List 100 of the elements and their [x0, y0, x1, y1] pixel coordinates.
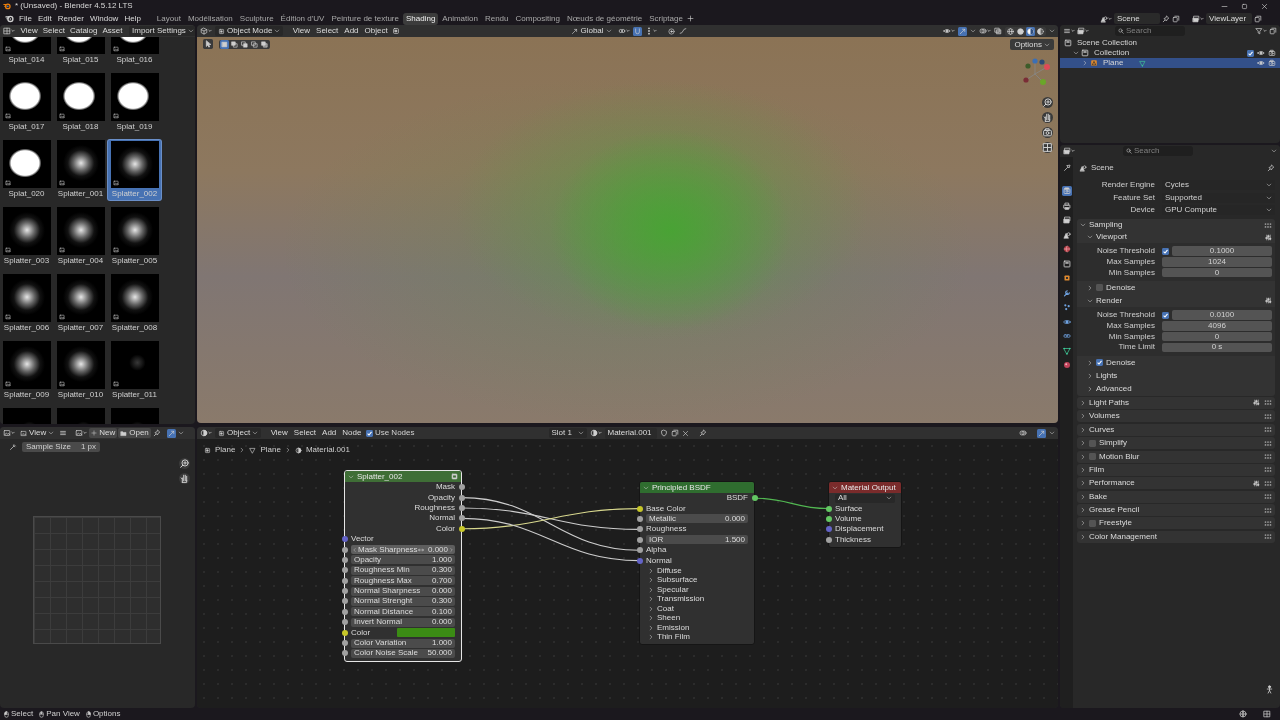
image-icon[interactable]	[3, 429, 15, 437]
panel-header[interactable]: Film	[1077, 463, 1275, 476]
sliders-icon[interactable]	[1265, 297, 1272, 305]
grid-icon[interactable]	[3, 27, 15, 35]
panel-header[interactable]: Denoise	[1077, 281, 1275, 294]
menu-item[interactable]: Node	[340, 429, 363, 437]
overlapping-circles-icon[interactable]	[979, 27, 991, 35]
socket-dot[interactable]	[341, 546, 348, 553]
outliner-row[interactable]: Plane	[1060, 58, 1280, 68]
square-icon[interactable]	[392, 27, 401, 35]
value-field[interactable]: Normal Sharpness 0.000	[351, 586, 455, 596]
socket-dot[interactable]	[636, 557, 643, 564]
panel-header[interactable]: Denoise	[1077, 356, 1275, 369]
sliders-icon[interactable]	[1253, 399, 1260, 407]
squares-icon[interactable]	[250, 39, 259, 49]
workspace-tab[interactable]: Sculpture	[236, 12, 277, 25]
magnet-icon[interactable]	[632, 26, 642, 36]
panel-header[interactable]: Subsurface	[640, 575, 754, 585]
copy-icon[interactable]	[670, 429, 679, 437]
squares-icon[interactable]	[240, 39, 249, 49]
menu-item[interactable]: Object	[363, 27, 390, 35]
socket-dot[interactable]	[458, 484, 465, 491]
socket-dot[interactable]	[636, 526, 643, 533]
workspace-tab[interactable]: Rendu	[481, 12, 512, 25]
sample-size-field[interactable]: Sample Size 1 px	[22, 441, 100, 452]
orientation-dropdown[interactable]: Global	[568, 26, 615, 36]
panel-header[interactable]: Freestyle	[1077, 517, 1275, 530]
squares-icon[interactable]	[260, 39, 269, 49]
box-icon[interactable]	[1061, 258, 1072, 269]
image-icon[interactable]	[75, 429, 88, 437]
socket-dot[interactable]	[458, 494, 465, 501]
texture-tile[interactable]: Splatter_008	[108, 274, 161, 334]
menu-item[interactable]: Select	[292, 429, 318, 437]
drag-handle-icon[interactable]	[1264, 222, 1272, 228]
workspace-tab[interactable]: Nœuds de géométrie	[563, 12, 646, 25]
maximize-icon[interactable]	[1241, 2, 1248, 10]
drag-handle-icon[interactable]	[1264, 467, 1272, 473]
filter-icon[interactable]	[1255, 27, 1267, 35]
panel-header[interactable]: Bake	[1077, 490, 1275, 503]
close-icon[interactable]	[1261, 2, 1268, 10]
texture-tile[interactable]: Splatter_011	[108, 341, 161, 401]
node[interactable]	[344, 470, 462, 662]
panel-header[interactable]: Diffuse	[640, 565, 754, 576]
ring-dot-icon[interactable]	[666, 26, 676, 36]
curve-icon[interactable]	[678, 27, 687, 35]
slot-dropdown[interactable]: Slot 1	[548, 428, 587, 438]
texture-tile[interactable]	[54, 408, 107, 424]
value-field[interactable]: Color Variation 1.000	[351, 638, 455, 648]
half-circle-icon[interactable]	[200, 429, 212, 437]
menu-item[interactable]: Help	[121, 12, 144, 25]
half-circle-icon[interactable]	[589, 429, 602, 437]
caret-icon[interactable]	[1049, 430, 1055, 436]
panel-header[interactable]: Color Management	[1077, 530, 1275, 543]
workspace-tab[interactable]: Scriptage	[646, 12, 686, 25]
plus-icon[interactable]	[686, 15, 694, 22]
layers-icon[interactable]	[1192, 14, 1204, 23]
stick-figure-icon[interactable]	[1265, 685, 1274, 694]
half-sphere-icon[interactable]	[1036, 26, 1045, 36]
drag-handle-icon[interactable]	[1264, 413, 1272, 419]
socket-dot[interactable]	[341, 536, 348, 543]
globe-icon[interactable]	[1061, 244, 1072, 254]
texture-tile[interactable]: Splatter_001	[54, 140, 107, 200]
texture-tile[interactable]: Splatter_007	[54, 274, 107, 334]
socket-dot[interactable]	[341, 588, 348, 595]
workspace-tab[interactable]: Peinture de texture	[328, 12, 402, 25]
solid-sphere-icon[interactable]	[1016, 26, 1025, 36]
triangle-icon[interactable]	[1061, 345, 1072, 356]
layers-icon[interactable]	[1061, 215, 1072, 225]
zoom-icon[interactable]	[179, 458, 190, 469]
checkbox[interactable]	[1096, 284, 1103, 292]
open-button[interactable]: Open	[118, 428, 151, 438]
value-dropdown[interactable]: GPU Compute	[1162, 205, 1275, 215]
arrow-icon[interactable]	[166, 428, 176, 438]
shader-type-dropdown[interactable]: Object	[215, 428, 262, 438]
socket-dot[interactable]	[825, 505, 832, 512]
squares-icon[interactable]	[220, 39, 229, 49]
number-field[interactable]: 0	[1162, 268, 1272, 278]
number-field[interactable]: 4096	[1162, 321, 1272, 331]
texture-tile[interactable]: Splatter_010	[54, 341, 107, 401]
caret-icon[interactable]	[177, 430, 184, 436]
checkbox[interactable]	[1247, 49, 1254, 57]
panel-header[interactable]: Curves	[1077, 423, 1275, 436]
printer-icon[interactable]	[1061, 200, 1072, 211]
color-swatch[interactable]	[397, 628, 455, 638]
search-field[interactable]: Search	[1123, 146, 1193, 156]
globe-icon[interactable]	[1239, 710, 1247, 718]
menu-item[interactable]: Add	[320, 429, 338, 437]
mode-dropdown[interactable]: View	[17, 428, 58, 438]
panel-header[interactable]: Transmission	[640, 594, 754, 604]
sphere-icon[interactable]	[1061, 360, 1072, 370]
texture-tile[interactable]: Splat_015	[54, 37, 107, 66]
texture-tile[interactable]: Splat_020	[0, 140, 53, 200]
scene-field[interactable]: Scene	[1114, 13, 1160, 24]
drag-handle-icon[interactable]	[1264, 440, 1272, 446]
texture-tile[interactable]: Splat_019	[108, 73, 161, 133]
menu-item[interactable]: Add	[342, 27, 361, 35]
chevron-icon[interactable]	[1073, 50, 1079, 56]
drag-handle-icon[interactable]	[1264, 400, 1272, 406]
socket-dot[interactable]	[341, 598, 348, 605]
copy-icon[interactable]	[1269, 27, 1277, 35]
